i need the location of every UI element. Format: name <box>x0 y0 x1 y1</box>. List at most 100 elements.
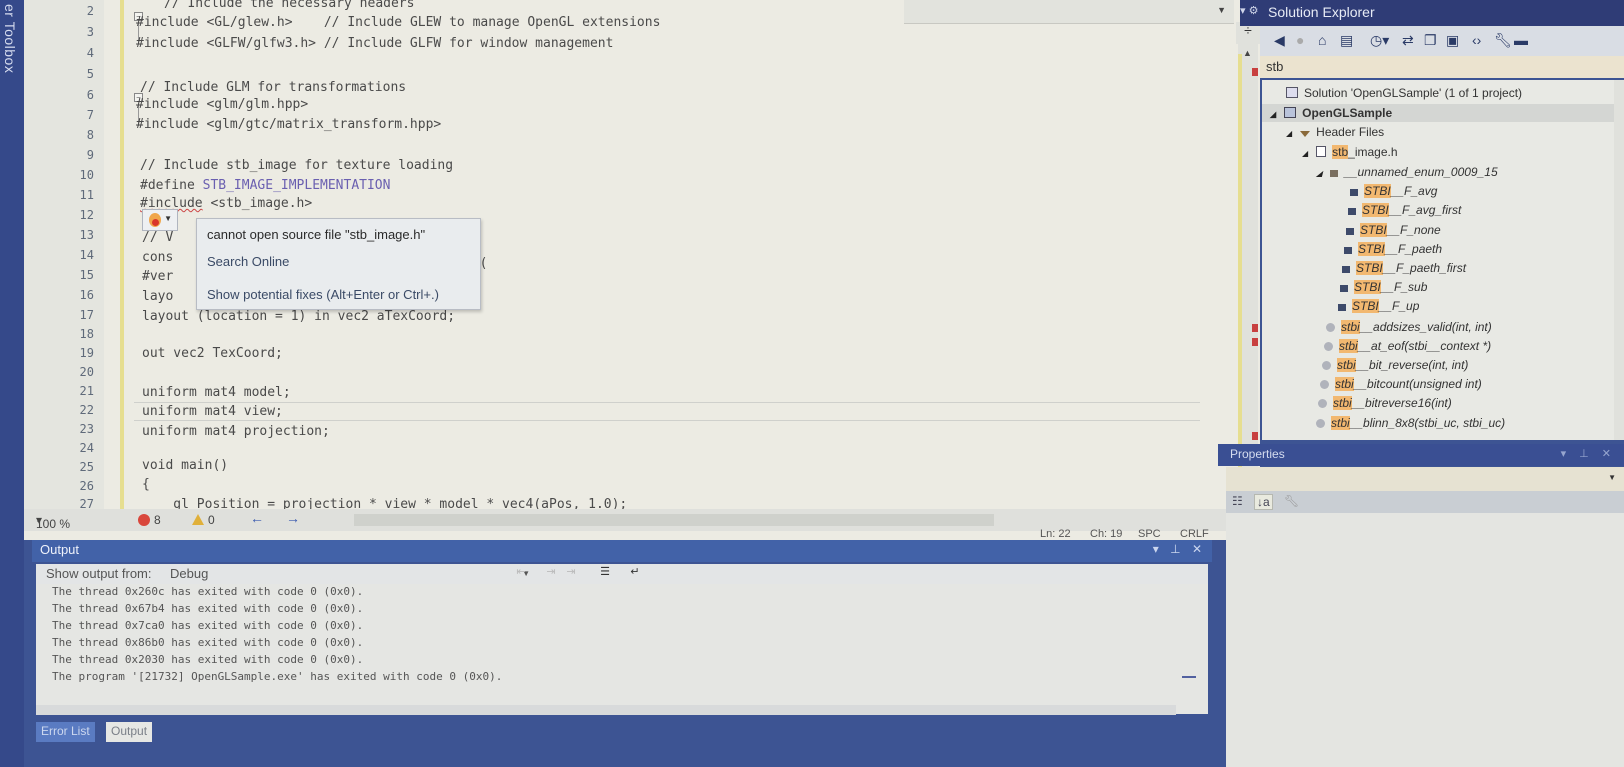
tree-item-file[interactable]: ◢ stb_image.h <box>1302 145 1398 159</box>
switch-views-icon[interactable]: ▤ <box>1340 32 1353 49</box>
pending-changes-icon[interactable]: ◷▾ <box>1370 32 1389 49</box>
tree-item-solution[interactable]: Solution 'OpenGLSample' (1 of 1 project) <box>1286 86 1522 100</box>
code-editor[interactable]: 2 3 4 5 6 7 8 9 10 11 12 13 14 15 16 17 … <box>24 0 1260 540</box>
tree-item-folder[interactable]: ◢ Header Files <box>1286 125 1384 139</box>
output-line: The thread 0x260c has exited with code 0… <box>52 585 364 598</box>
expand-arrow-icon[interactable]: ◢ <box>1270 110 1276 119</box>
error-count[interactable]: 8 <box>138 513 161 527</box>
panel-options[interactable]: ▾ ⚙ <box>1240 4 1258 17</box>
scroll-up-icon[interactable]: ▲ <box>1243 48 1252 58</box>
tab-error-list[interactable]: Error List <box>36 722 95 742</box>
tree-item-project[interactable]: ◢ OpenGLSample <box>1270 106 1392 120</box>
tree-item-function[interactable]: stbi__bit_reverse(int, int) <box>1322 358 1468 372</box>
error-marker[interactable] <box>1252 324 1258 332</box>
output-text[interactable]: The thread 0x260c has exited with code 0… <box>36 584 1208 714</box>
find-next-button[interactable]: ⇥ <box>542 565 560 582</box>
editor-horizontal-scrollbar[interactable] <box>354 514 994 526</box>
show-all-files-icon[interactable]: ▣ <box>1446 32 1459 49</box>
navigate-forward-button[interactable]: → <box>286 510 300 526</box>
sync-icon[interactable]: ⇄ <box>1402 32 1414 49</box>
error-marker[interactable] <box>1252 68 1258 76</box>
code-view-icon[interactable]: ‹› <box>1472 32 1481 48</box>
error-marker[interactable] <box>1252 338 1258 346</box>
tree-item-enum[interactable]: ◢ __unnamed_enum_0009_15 <box>1316 165 1498 179</box>
line-number: 16 <box>79 288 94 302</box>
warning-count[interactable]: 0 <box>192 513 215 527</box>
tree-item-member[interactable]: STBI__F_paeth <box>1344 242 1442 256</box>
solution-tree[interactable]: Solution 'OpenGLSample' (1 of 1 project)… <box>1262 80 1624 440</box>
header-file-icon <box>1316 146 1327 157</box>
tree-item-function[interactable]: stbi__blinn_8x8(stbi_uc, stbi_uc) <box>1316 416 1505 430</box>
tree-item-member[interactable]: STBI__F_paeth_first <box>1342 261 1466 275</box>
tree-item-function[interactable]: stbi__at_eof(stbi__context *) <box>1324 339 1491 353</box>
member-navigation-dropdown[interactable]: ▼ <box>904 0 1234 24</box>
categorized-icon[interactable]: ☷ <box>1232 494 1243 508</box>
word-wrap-icon[interactable]: ↵ <box>626 565 644 582</box>
output-horizontal-scrollbar[interactable] <box>36 705 1176 715</box>
collapse-all-icon[interactable]: ❐ <box>1424 32 1437 49</box>
show-fixes-link[interactable]: Show potential fixes (Alt+Enter or Ctrl+… <box>207 287 439 302</box>
line-number: 2 <box>86 4 94 18</box>
solution-search-input[interactable]: stb <box>1260 56 1624 78</box>
member-label: __F_avg_first <box>1388 203 1462 217</box>
enum-member-icon <box>1342 266 1350 273</box>
enum-member-icon <box>1338 304 1346 311</box>
solution-explorer-header: ▾ ⚙ Solution Explorer <box>1240 0 1624 26</box>
find-previous-button[interactable]: ⇤ <box>512 565 530 582</box>
tree-item-function[interactable]: stbi__bitreverse16(int) <box>1318 396 1452 410</box>
line-number: 9 <box>86 148 94 162</box>
output-source-select[interactable]: Debug ▼ <box>170 566 530 581</box>
expand-arrow-icon[interactable]: ◢ <box>1302 149 1308 158</box>
code-comment: // Include GLFW for window management <box>323 36 614 51</box>
solution-tree-scrollbar[interactable] <box>1614 80 1624 440</box>
line-number: 8 <box>86 128 94 142</box>
expand-arrow-icon[interactable]: ◢ <box>1316 169 1322 178</box>
error-count-value: 8 <box>154 513 161 527</box>
file-label: _image.h <box>1348 145 1398 159</box>
tree-item-member[interactable]: STBI__F_avg_first <box>1348 203 1461 217</box>
clear-all-icon[interactable]: ☰ <box>596 565 614 582</box>
properties-grid[interactable] <box>1226 513 1624 767</box>
search-highlight: stbi <box>1331 416 1350 430</box>
search-online-link[interactable]: Search Online <box>207 254 289 269</box>
tree-item-member[interactable]: STBI__F_none <box>1346 223 1441 237</box>
back-icon[interactable]: ◀ <box>1274 32 1285 49</box>
tree-item-function[interactable]: stbi__addsizes_valid(int, int) <box>1326 320 1492 334</box>
error-marker[interactable] <box>1252 432 1258 440</box>
output-source-value: Debug <box>170 566 209 581</box>
quick-actions-lightbulb[interactable]: ▼ <box>142 209 178 231</box>
panel-window-controls[interactable]: ▾ ⊥ ✕ <box>1561 447 1616 460</box>
alphabetical-icon[interactable]: ↓a <box>1254 494 1273 510</box>
code-line: // Include GLM for transformations <box>140 80 407 95</box>
tree-item-member[interactable]: STBI__F_up <box>1338 299 1419 313</box>
output-line: The thread 0x67b4 has exited with code 0… <box>52 602 364 615</box>
chevron-down-icon: ▼ <box>164 214 172 223</box>
function-label: __addsizes_valid(int, int) <box>1359 320 1492 334</box>
toolbox-strip[interactable]: er Toolbox <box>0 0 24 767</box>
output-panel-header: Output ▾ ⊥ ✕ <box>32 540 1212 562</box>
toolbox-label[interactable]: er Toolbox <box>2 4 18 73</box>
tree-item-member[interactable]: STBI__F_sub <box>1340 280 1427 294</box>
code-line: #include <glm/gtc/matrix_transform.hpp> <box>136 117 442 132</box>
output-scroll-thumb[interactable] <box>1182 676 1196 678</box>
find-next-alt-button[interactable]: ⇥ <box>562 565 580 582</box>
solution-explorer-title: Solution Explorer <box>1268 4 1375 20</box>
function-label: __bit_reverse(int, int) <box>1355 358 1469 372</box>
navigate-back-button[interactable]: ← <box>250 510 264 526</box>
panel-window-controls[interactable]: ▾ ⊥ ✕ <box>1153 542 1206 556</box>
code-line: cons <box>142 250 174 265</box>
tree-item-function[interactable]: stbi__bitcount(unsigned int) <box>1320 377 1482 391</box>
properties-object-dropdown[interactable]: ▼ <box>1226 467 1624 491</box>
expand-arrow-icon[interactable]: ◢ <box>1286 129 1292 138</box>
zoom-level-dropdown[interactable]: 100 % ▾ <box>36 513 70 531</box>
tab-output[interactable]: Output <box>106 722 153 742</box>
line-number: 5 <box>86 67 94 81</box>
home-icon[interactable]: ⌂ <box>1318 32 1326 48</box>
line-number: 12 <box>79 208 94 222</box>
tree-item-member[interactable]: STBI__F_avg <box>1350 184 1437 198</box>
properties-wrench-icon[interactable]: 🔧︎ <box>1494 32 1512 49</box>
forward-icon[interactable]: ● <box>1296 32 1304 48</box>
project-label: OpenGLSample <box>1302 106 1393 120</box>
preview-icon[interactable]: ▬ <box>1514 32 1528 48</box>
property-pages-wrench-icon[interactable]: 🔧︎ <box>1284 494 1299 508</box>
